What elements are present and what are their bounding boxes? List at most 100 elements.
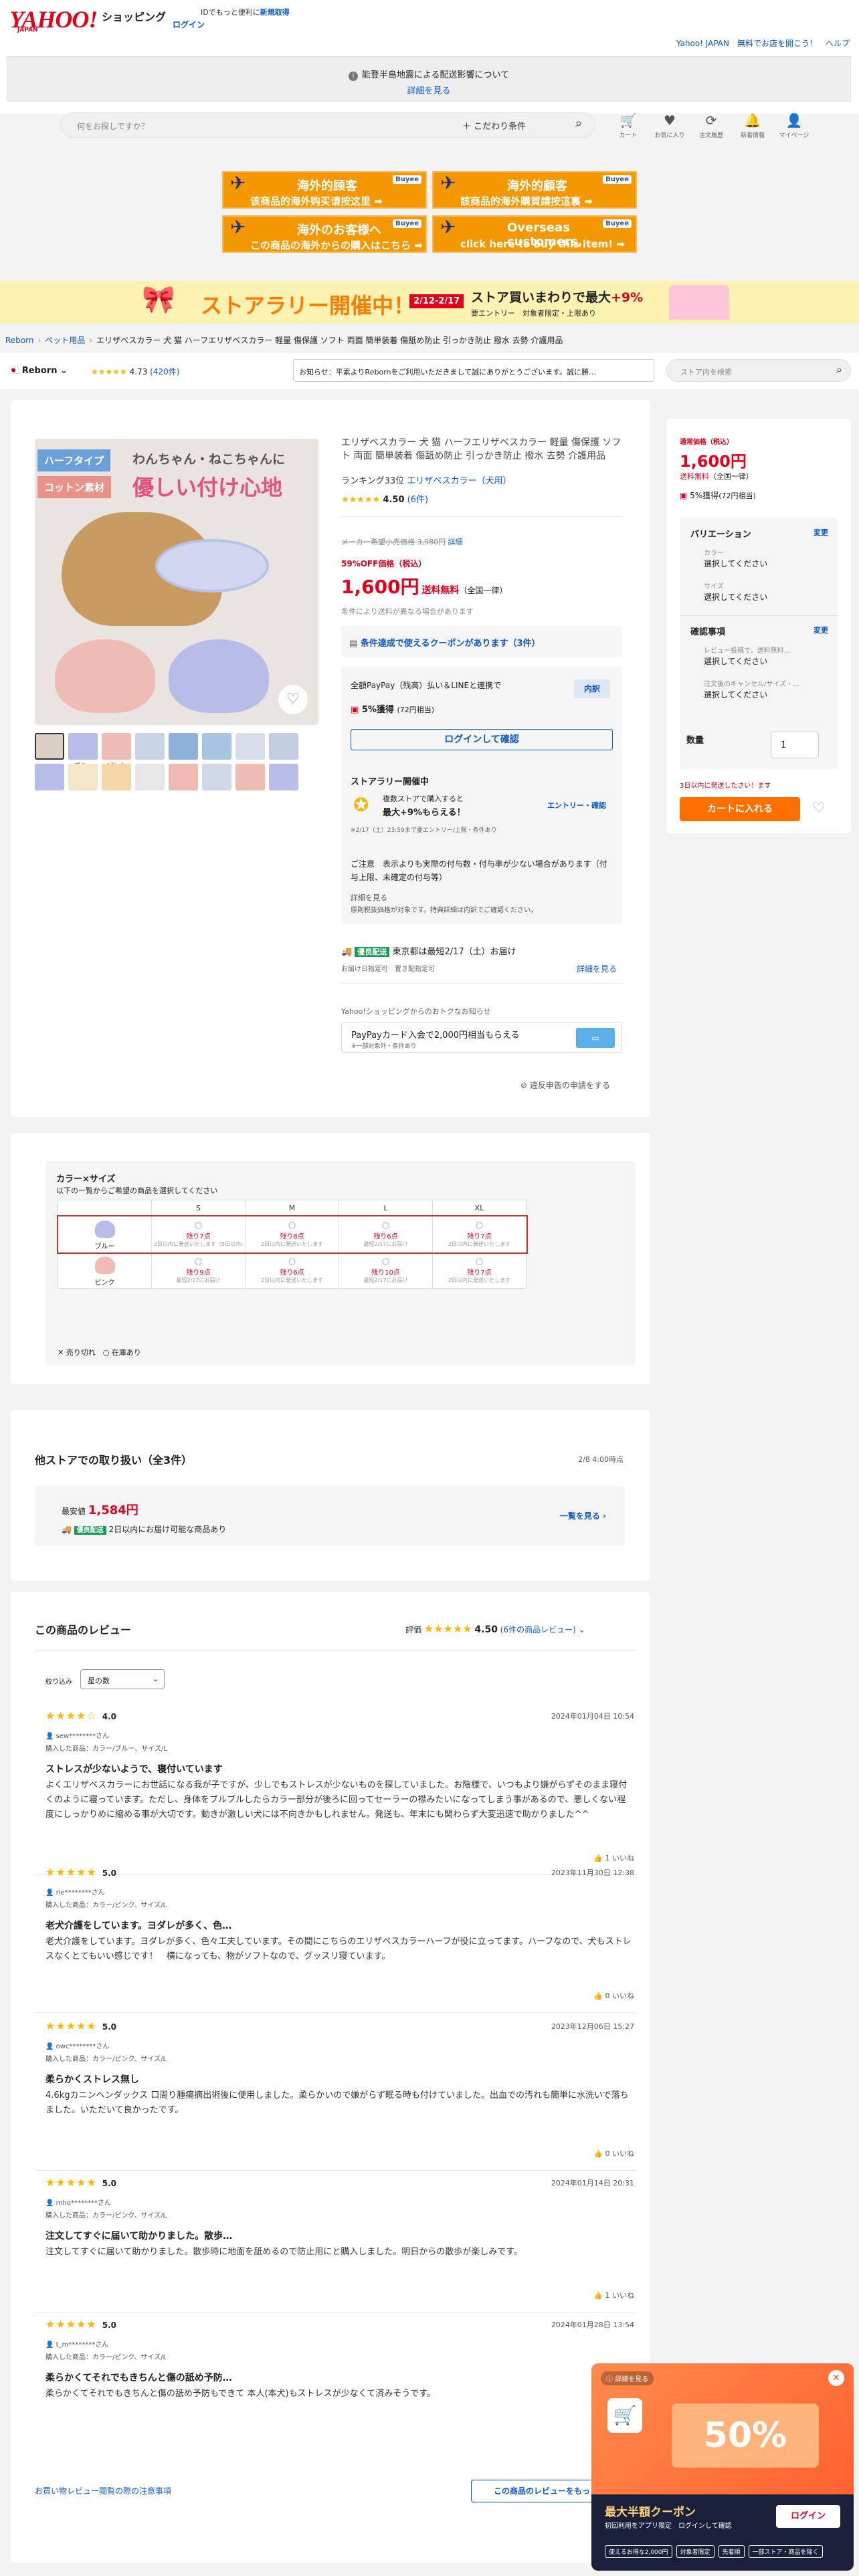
variation-option[interactable]: ○ 残り6点 2日以内に発送いたします — [245, 1252, 339, 1289]
thumbnail-image[interactable] — [68, 764, 98, 790]
variation-option[interactable]: ○ 残り7点 2日以内に発送いたします（5日以内) — [151, 1216, 246, 1253]
coupon-popup[interactable]: ⓘ 詳細を見る ✕ 🛒 50% 最大半額クーポン 初回利用をアプリ限定 ログイン… — [591, 2363, 854, 2571]
popup-detail-badge[interactable]: ⓘ 詳細を見る — [601, 2371, 654, 2385]
breakdown-button[interactable]: 内訳 — [574, 679, 610, 698]
signup-link[interactable]: 新規取得 — [260, 8, 290, 17]
thumbnail-image[interactable] — [135, 733, 165, 760]
thumbnail-image[interactable] — [102, 733, 131, 760]
confirm-select1[interactable]: 選択してください — [704, 655, 767, 667]
coupon-box[interactable]: ▤ 条件達成で使えるクーポンがあります（3件） — [341, 626, 622, 657]
overseas-banner-2[interactable]: ✈ Buyee 海外的顧客 該商品的海外購買請按這裏 ➡ — [432, 171, 637, 209]
reviews-count-link[interactable]: (6件の商品レビュー) — [500, 1625, 576, 1634]
breadcrumb-item-store[interactable]: Reborn — [5, 336, 33, 345]
stock-count: 残り9点 — [186, 1269, 211, 1277]
variation-option[interactable]: ○ 残り7点 2日以内に発送いたします — [432, 1252, 527, 1289]
close-icon[interactable]: ✕ — [828, 2370, 844, 2386]
notice-link[interactable]: 詳細を見る — [7, 84, 850, 96]
thumbnail-image[interactable] — [169, 764, 198, 790]
review-guide-link[interactable]: お買い物レビュー閲覧の際の注意事項 — [35, 2485, 171, 2496]
like-button[interactable]: 👍 0 いいね — [593, 1990, 634, 2001]
radio-button[interactable]: ○ — [246, 1220, 339, 1230]
other-stores-link[interactable]: 一覧を見る › — [560, 1510, 606, 1521]
report-link[interactable]: ⊘ 違反申告の申請をする — [520, 1079, 610, 1091]
radio-button[interactable]: ○ — [152, 1257, 245, 1267]
like-button[interactable]: 👍 1 いいね — [593, 2290, 634, 2300]
header-icon-history[interactable]: ⟳ 注文履歴 — [694, 112, 728, 139]
radio-button[interactable]: ○ — [246, 1257, 339, 1267]
store-name-button[interactable]: 🇯🇵 Reborn ⌄ — [8, 366, 68, 376]
original-price-link[interactable]: 詳細 — [448, 538, 463, 546]
store-search[interactable]: ストア内を検索 ⌕ — [666, 359, 851, 382]
rally-entry-link[interactable]: エントリー・確認 — [547, 800, 606, 811]
card-promo[interactable]: PayPayカード入会で2,000円相当もらえる ※一部対象外・条件あり ▭ — [341, 1022, 622, 1053]
popup-login-button[interactable]: ログイン — [776, 2505, 840, 2528]
thumbnail-image[interactable] — [135, 764, 165, 790]
variation-change-link[interactable]: 変更 — [814, 527, 828, 538]
main-product-image[interactable]: ハーフタイプ コットン素材 わんちゃん・ねこちゃんに 優しい付け心地 ♡ — [35, 439, 318, 725]
header-icon-cart[interactable]: 🛒 カート — [611, 112, 645, 139]
login-link[interactable]: ログイン — [173, 19, 205, 30]
other-stores-box[interactable]: 最安値 1,584円 🚚 優良配送 2日以内にお届け可能な商品あり 一覧を見る … — [35, 1486, 625, 1546]
product-review-count[interactable]: (6件) — [407, 495, 428, 505]
store-notice[interactable]: お知らせ：平素よりRebornをご利用いただきまして誠にありがとうございます。誠… — [293, 359, 654, 382]
color-select[interactable]: 選択してください — [704, 558, 767, 569]
search-box[interactable]: 何をお探しですか？ ＋ こだわり条件 ⌕ — [60, 112, 595, 138]
like-button[interactable]: 👍 0 いいね — [593, 2148, 634, 2159]
thumbnail-image[interactable] — [35, 733, 64, 760]
variation-option[interactable]: ○ 残り9点 最短2/17にお届け — [151, 1252, 246, 1289]
thumbnail-image[interactable] — [235, 764, 265, 790]
size-select[interactable]: 選択してください — [704, 591, 767, 603]
thumbnail-image[interactable] — [35, 764, 64, 790]
like-button[interactable]: 👍 1 いいね — [593, 1852, 634, 1863]
header-icon-heart[interactable]: ♥ お気に入り — [653, 112, 686, 139]
top-links[interactable]: Yahoo! JAPAN 無料でお店を開こう！ ヘルプ — [676, 37, 850, 49]
confirm-change-link[interactable]: 変更 — [814, 625, 828, 635]
confirm-select2[interactable]: 選択してください — [704, 689, 767, 700]
thumbnail-image[interactable] — [169, 733, 198, 760]
login-confirm-button[interactable]: ログインして確認 — [351, 729, 613, 750]
overseas-banner-1[interactable]: ✈ Buyee 海外的顾客 该商品的海外购买请按这里 ➡ — [222, 171, 427, 209]
radio-button[interactable]: ○ — [152, 1220, 245, 1230]
variation-option[interactable]: ○ 残り6点 最短2/17にお届け — [339, 1216, 433, 1253]
add-to-cart-button[interactable]: カートに入れる — [680, 797, 800, 821]
thumbnail-image[interactable] — [202, 733, 231, 760]
ranking-link[interactable]: エリザベスカラー（犬用） — [407, 476, 511, 486]
radio-button[interactable]: ○ — [339, 1220, 432, 1230]
header-icon-user[interactable]: 👤 マイページ — [777, 112, 811, 139]
breadcrumb-current: エリザベスカラー 犬 猫 ハーフエリザベスカラー 軽量 傷保護 ソフト 両面 簡… — [96, 336, 563, 345]
search-input[interactable]: 何をお探しですか？ — [77, 120, 149, 132]
thumbnail-image[interactable] — [269, 733, 298, 760]
thumbnail-image[interactable] — [202, 764, 231, 790]
delivery-link[interactable]: 詳細を見る — [577, 963, 617, 974]
search-icon[interactable]: ⌕ — [569, 118, 588, 134]
thumbnail-image[interactable] — [269, 764, 298, 790]
breadcrumb-item-category[interactable]: ペット用品 — [45, 336, 85, 345]
promo-banner[interactable]: 🎀 ストアラリー開催中！ 2/12-2/17 ストア買いまわりで最大+9% 要エ… — [0, 281, 859, 324]
promo-right1-text: ストア買いまわりで最大 — [471, 290, 611, 305]
radio-button[interactable]: ○ — [339, 1257, 432, 1267]
conditions-button[interactable]: ＋ こだわり条件 — [462, 119, 526, 132]
header-icon-bell[interactable]: 🔔 新着情報 — [736, 112, 769, 139]
store-search-icon[interactable]: ⌕ — [836, 364, 842, 375]
chevron-down-icon[interactable]: ⌄ — [579, 1626, 585, 1634]
store-search-input[interactable]: ストア内を検索 — [680, 366, 732, 377]
filter-select[interactable]: 星の数 ⌄ — [80, 1669, 165, 1689]
other-stores-link-text: 一覧を見る — [559, 1511, 600, 1521]
radio-button[interactable]: ○ — [433, 1257, 526, 1267]
thumbnail-image[interactable] — [235, 733, 265, 760]
favorite-heart-icon[interactable]: ♡ — [278, 685, 308, 714]
radio-button[interactable]: ○ — [433, 1220, 526, 1230]
overseas-banner-3[interactable]: ✈ Buyee 海外のお客様へ この商品の海外からの購入はこちら ➡ — [222, 215, 427, 253]
variation-option[interactable]: ○ 残り10点 最短2/17にお届け — [339, 1252, 433, 1289]
variation-option[interactable]: ○ 残り7点 2日以内に発送いたします — [432, 1216, 527, 1253]
favorite-heart-icon[interactable]: ♡ — [812, 801, 826, 816]
quantity-input[interactable]: 1 — [771, 732, 819, 758]
overseas-banner-4[interactable]: ✈ Buyee Overseas customers, click here to b… — [432, 215, 637, 253]
caution-link[interactable]: 詳細を見る — [351, 892, 387, 903]
thumbnail-image[interactable] — [68, 733, 98, 760]
variation-option[interactable]: ○ 残り8点 2日以内に発送いたします — [245, 1216, 339, 1253]
shopping-logo-text[interactable]: ショッピング — [102, 8, 166, 24]
thumbnail-image[interactable] — [102, 764, 131, 790]
store-rating-count[interactable]: (420件) — [150, 367, 179, 377]
buybox-ship-note: （全国一律） — [709, 472, 753, 481]
